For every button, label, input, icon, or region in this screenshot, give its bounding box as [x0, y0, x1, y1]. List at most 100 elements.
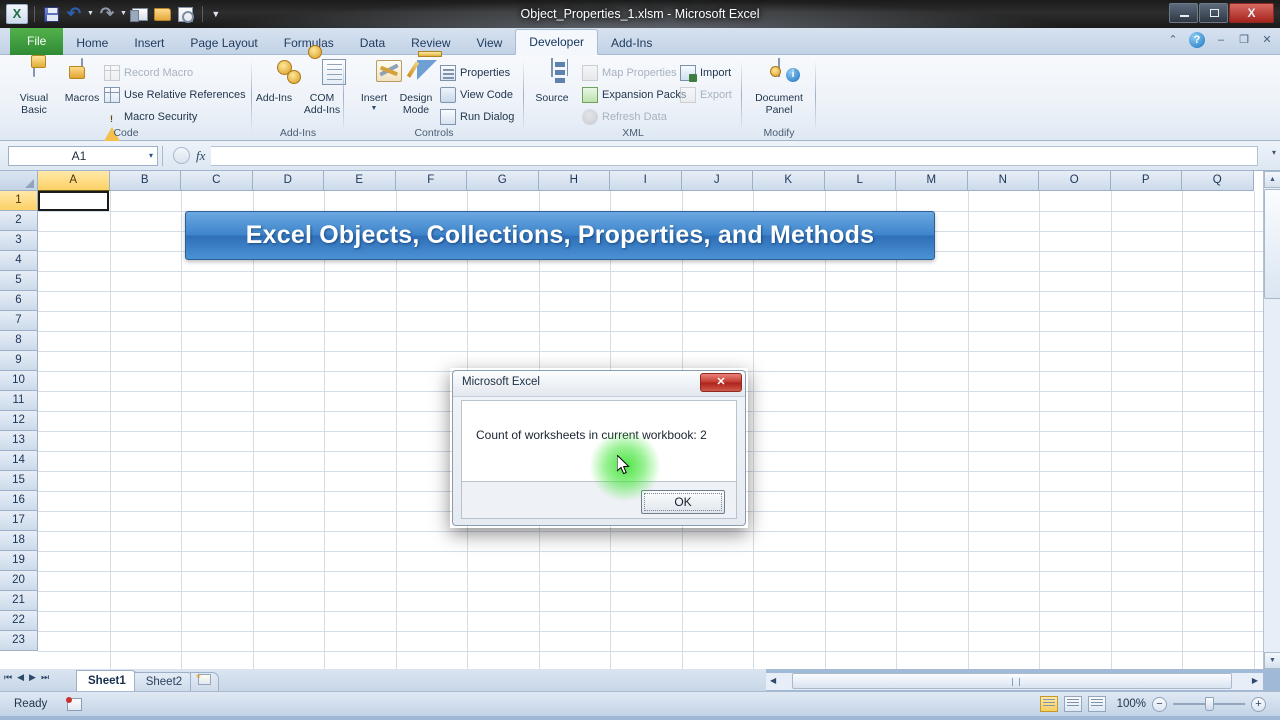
column-header-H[interactable]: H [538, 171, 610, 191]
row-header-8[interactable]: 8 [0, 331, 38, 351]
column-header-M[interactable]: M [896, 171, 968, 191]
column-header-D[interactable]: D [252, 171, 324, 191]
prev-sheet-icon[interactable]: ◀ [17, 672, 24, 683]
expand-formula-bar-icon[interactable]: ▾ [1272, 148, 1276, 157]
insert-worksheet-button[interactable] [190, 669, 220, 691]
save-icon[interactable] [41, 4, 61, 24]
tab-file[interactable]: File [10, 28, 64, 55]
tab-data[interactable]: Data [347, 31, 398, 55]
tab-home[interactable]: Home [63, 31, 121, 55]
design-mode-button[interactable]: Design Mode [390, 51, 442, 116]
expansion-packs-button[interactable]: Expansion Packs [582, 85, 686, 105]
formula-input[interactable] [211, 145, 1258, 166]
help-icon[interactable]: ? [1189, 32, 1205, 48]
row-header-17[interactable]: 17 [0, 511, 38, 531]
tab-page-layout[interactable]: Page Layout [177, 31, 270, 55]
row-header-16[interactable]: 16 [0, 491, 38, 511]
row-header-6[interactable]: 6 [0, 291, 38, 311]
zoom-in-button[interactable]: + [1251, 696, 1266, 712]
tab-insert[interactable]: Insert [121, 31, 177, 55]
com-add-ins-button[interactable]: COM Add-Ins [296, 45, 348, 116]
undo-dropdown-caret-icon[interactable]: ▼ [87, 4, 94, 24]
row-header-9[interactable]: 9 [0, 351, 38, 371]
column-header-L[interactable]: L [824, 171, 896, 191]
undo-icon[interactable]: ↶ [64, 4, 84, 24]
column-header-J[interactable]: J [681, 171, 753, 191]
scroll-right-icon[interactable]: ▶ [1252, 676, 1258, 685]
active-cell-a1[interactable] [38, 191, 109, 211]
print-preview-icon[interactable] [176, 4, 196, 24]
column-header-C[interactable]: C [181, 171, 253, 191]
zoom-out-button[interactable]: − [1152, 696, 1167, 712]
last-sheet-icon[interactable]: ⏭ [41, 672, 49, 683]
row-header-10[interactable]: 10 [0, 371, 38, 391]
excel-logo-icon[interactable] [6, 4, 28, 24]
customize-qat-icon[interactable]: ▼ [209, 4, 223, 24]
macros-button[interactable]: Macros [56, 58, 108, 105]
visual-basic-button[interactable]: Visual Basic [8, 58, 60, 116]
column-header-A[interactable]: A [38, 171, 110, 191]
maximize-button[interactable] [1199, 3, 1228, 23]
close-button[interactable]: X [1229, 3, 1274, 23]
tab-add-ins[interactable]: Add-Ins [598, 31, 665, 55]
horizontal-scroll-thumb[interactable] [792, 673, 1232, 689]
vertical-scrollbar[interactable]: ▲ ▼ [1263, 171, 1280, 669]
column-header-K[interactable]: K [753, 171, 825, 191]
page-layout-view-icon[interactable] [1064, 696, 1082, 712]
column-header-I[interactable]: I [610, 171, 682, 191]
sheet-tab-sheet1[interactable]: Sheet1 [76, 670, 138, 691]
horizontal-scrollbar[interactable]: ◀ ▶ [766, 673, 1263, 690]
open-icon[interactable] [153, 4, 173, 24]
sheet-tab-sheet2[interactable]: Sheet2 [133, 672, 195, 691]
tab-view[interactable]: View [464, 31, 516, 55]
row-header-22[interactable]: 22 [0, 611, 38, 631]
row-header-2[interactable]: 2 [0, 211, 38, 231]
row-header-7[interactable]: 7 [0, 311, 38, 331]
email-icon[interactable] [129, 4, 150, 24]
column-header-O[interactable]: O [1039, 171, 1111, 191]
export-button[interactable]: Export [680, 85, 732, 105]
row-header-15[interactable]: 15 [0, 471, 38, 491]
dialog-ok-button[interactable]: OK [641, 490, 725, 514]
row-header-1[interactable]: 1 [0, 191, 38, 211]
run-dialog-button[interactable]: Run Dialog [440, 107, 514, 127]
column-header-G[interactable]: G [467, 171, 539, 191]
tab-developer[interactable]: Developer [515, 29, 598, 55]
column-header-B[interactable]: B [109, 171, 181, 191]
row-header-5[interactable]: 5 [0, 271, 38, 291]
row-header-23[interactable]: 23 [0, 631, 38, 651]
normal-view-icon[interactable] [1040, 696, 1058, 712]
properties-button[interactable]: Properties [440, 63, 510, 83]
scroll-up-icon[interactable]: ▲ [1264, 171, 1280, 188]
next-sheet-icon[interactable]: ▶ [29, 672, 36, 683]
xml-source-button[interactable]: Source [526, 58, 578, 105]
name-box[interactable]: A1 ▾ [8, 145, 158, 166]
scroll-down-icon[interactable]: ▼ [1264, 652, 1280, 669]
import-button[interactable]: Import [680, 63, 731, 83]
column-header-E[interactable]: E [324, 171, 396, 191]
insert-function-icon[interactable]: fx [196, 148, 205, 164]
page-break-preview-view-icon[interactable] [1088, 696, 1106, 712]
row-header-11[interactable]: 11 [0, 391, 38, 411]
row-header-18[interactable]: 18 [0, 531, 38, 551]
collapse-ribbon-icon[interactable]: ⌃ [1166, 32, 1180, 48]
name-box-caret-icon[interactable]: ▾ [149, 151, 153, 160]
row-header-19[interactable]: 19 [0, 551, 38, 571]
column-header-N[interactable]: N [967, 171, 1039, 191]
vertical-scroll-thumb[interactable] [1264, 189, 1280, 299]
column-header-P[interactable]: P [1110, 171, 1182, 191]
cancel-icon[interactable] [173, 147, 190, 164]
view-code-button[interactable]: View Code [440, 85, 513, 105]
row-header-20[interactable]: 20 [0, 571, 38, 591]
minimize-button[interactable] [1169, 3, 1198, 23]
dialog-close-icon[interactable]: ✕ [700, 373, 742, 392]
column-header-Q[interactable]: Q [1182, 171, 1254, 191]
add-ins-button[interactable]: Add-Ins [248, 59, 301, 105]
zoom-slider[interactable] [1173, 697, 1245, 711]
row-header-21[interactable]: 21 [0, 591, 38, 611]
first-sheet-icon[interactable]: ⏮ [4, 672, 12, 683]
macro-security-button[interactable]: Macro Security [104, 107, 197, 141]
document-panel-button[interactable]: i Document Panel [748, 58, 810, 116]
redo-icon[interactable]: ↷ [97, 4, 117, 24]
row-header-13[interactable]: 13 [0, 431, 38, 451]
